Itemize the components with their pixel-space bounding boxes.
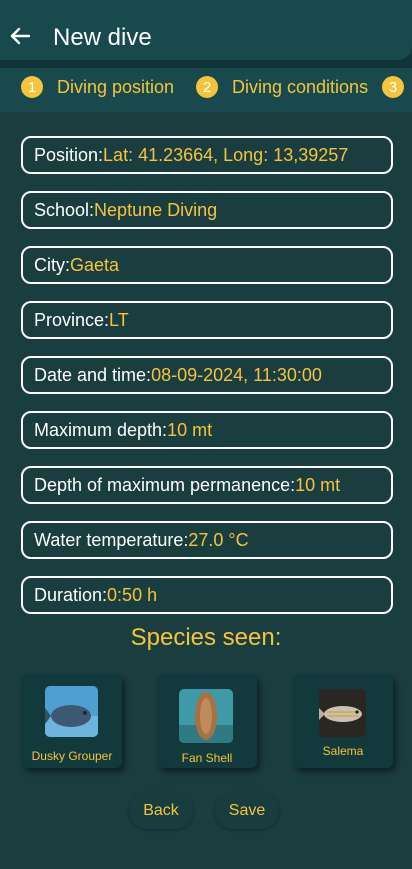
- field-value: Gaeta: [70, 254, 120, 275]
- field-value: Lat: 41.23664, Long: 13,39257: [103, 144, 349, 165]
- back-arrow-icon[interactable]: [8, 24, 32, 48]
- fan-shell-image: [179, 689, 233, 743]
- species-card-dusky-grouper[interactable]: Dusky Grouper: [22, 674, 122, 768]
- maximum-depth-field[interactable]: Maximum depth: 10 mt: [21, 411, 393, 449]
- max-permanence-depth-field[interactable]: Depth of maximum permanence: 10 mt: [21, 466, 393, 504]
- step-number: 1: [21, 76, 43, 98]
- field-value: 0:50 h: [107, 584, 158, 605]
- save-button[interactable]: Save: [215, 793, 279, 829]
- field-value: 27.0 °C: [188, 529, 249, 550]
- back-button[interactable]: Back: [129, 793, 193, 829]
- step-diving-position[interactable]: 1 Diving position: [21, 76, 174, 98]
- species-card-fan-shell[interactable]: Fan Shell: [157, 674, 257, 768]
- step-diving-conditions[interactable]: 2 Diving conditions: [196, 76, 368, 98]
- step-label: Diving position: [57, 76, 175, 97]
- species-card-salema[interactable]: Salema: [293, 674, 393, 768]
- duration-field[interactable]: Duration: 0:50 h: [21, 576, 393, 614]
- field-label: Maximum depth:: [34, 419, 168, 440]
- water-temperature-field[interactable]: Water temperature: 27.0 °C: [21, 521, 393, 559]
- species-name: Fan Shell: [181, 751, 233, 765]
- field-label: Duration:: [34, 584, 108, 605]
- field-value: 08-09-2024, 11:30:00: [151, 364, 322, 385]
- field-label: Position:: [34, 144, 104, 165]
- field-value: LT: [109, 309, 129, 330]
- date-time-field[interactable]: Date and time: 08-09-2024, 11:30:00: [21, 356, 393, 394]
- field-label: Water temperature:: [34, 529, 189, 550]
- school-field[interactable]: School: Neptune Diving: [21, 191, 393, 229]
- step-label: Diving conditions: [232, 76, 369, 97]
- step-number: 3: [382, 76, 404, 98]
- field-value: 10 mt: [295, 474, 341, 495]
- position-field[interactable]: Position: Lat: 41.23664, Long: 13,39257: [21, 136, 393, 174]
- province-field[interactable]: Province: LT: [21, 301, 393, 339]
- species-name: Dusky Grouper: [31, 749, 113, 763]
- species-heading: Species seen:: [130, 624, 282, 651]
- field-label: City:: [34, 254, 70, 275]
- field-value: Neptune Diving: [94, 199, 218, 220]
- field-label: Date and time:: [34, 364, 152, 385]
- species-name: Salema: [322, 744, 364, 758]
- app-bar: New dive: [0, 0, 412, 60]
- page-title: New dive: [53, 24, 152, 51]
- field-label: School:: [34, 199, 95, 220]
- field-label: Depth of maximum permanence:: [34, 474, 296, 495]
- field-value: 10 mt: [167, 419, 213, 440]
- step-three[interactable]: 3: [382, 76, 404, 98]
- dusky-grouper-image: [45, 686, 98, 737]
- step-indicator: 1 Diving position 2 Diving conditions 3: [0, 68, 412, 112]
- city-field[interactable]: City: Gaeta: [21, 246, 393, 284]
- step-number: 2: [196, 76, 218, 98]
- salema-image: [319, 689, 366, 737]
- field-label: Province:: [34, 309, 110, 330]
